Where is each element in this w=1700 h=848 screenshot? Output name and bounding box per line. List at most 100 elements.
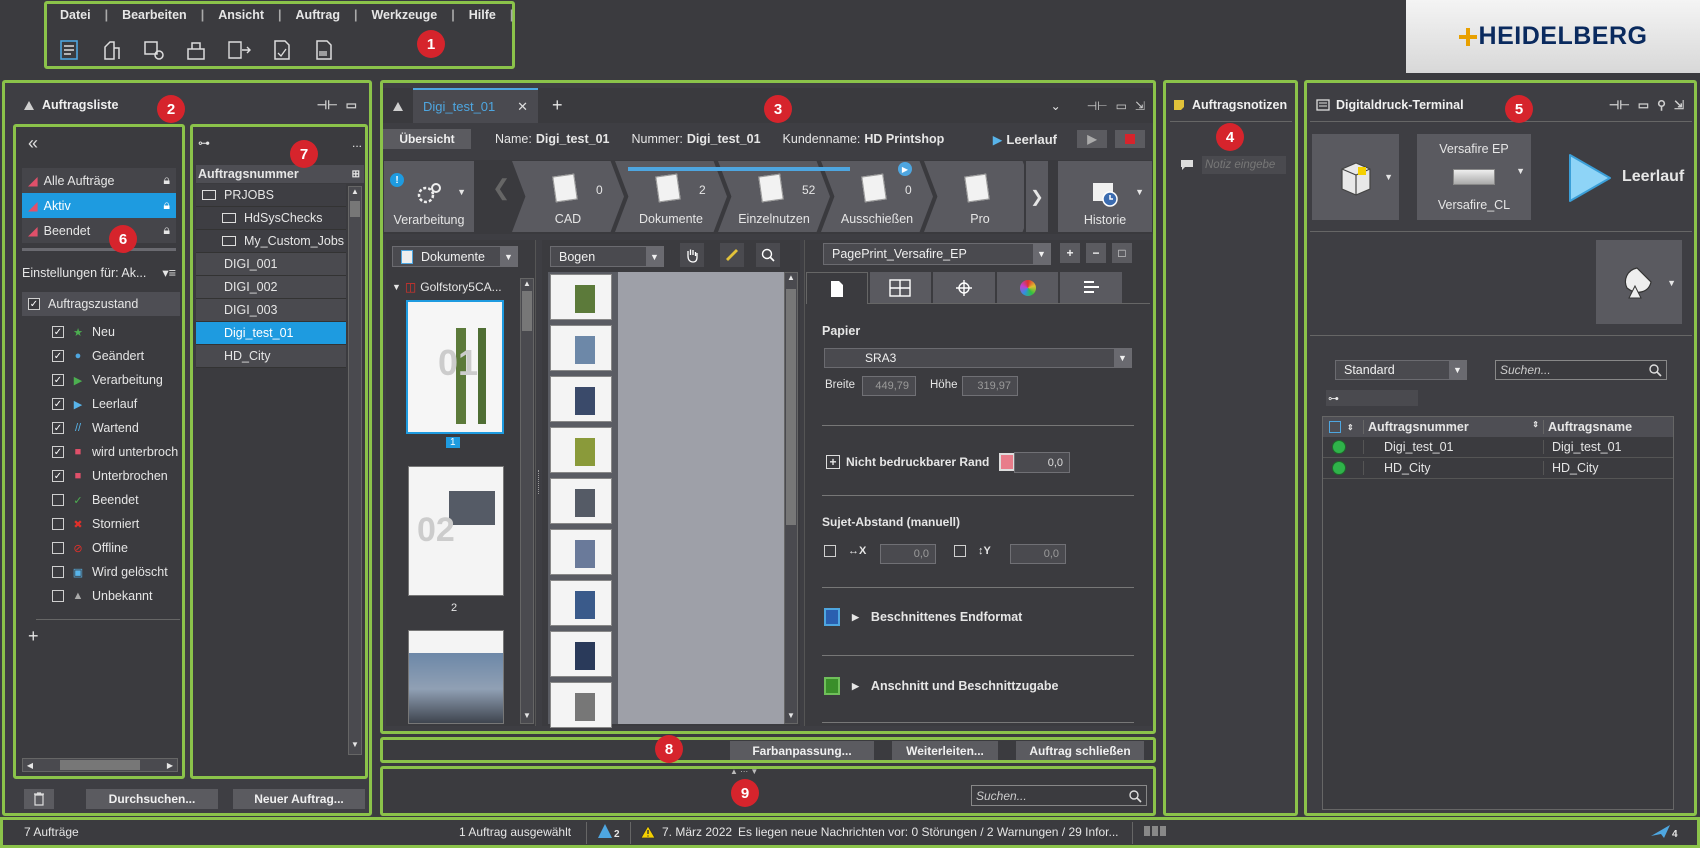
state-row[interactable]: ▲ Unbekannt (22, 584, 182, 608)
state-checkbox[interactable] (52, 566, 64, 578)
job-tree-item[interactable]: DIGI_003 (196, 299, 346, 322)
split-icon[interactable]: ⊣⊢ (1087, 99, 1108, 113)
window-icon[interactable]: ▭ (1116, 99, 1127, 113)
splitter-handle[interactable] (538, 470, 541, 494)
search-icon[interactable]: ⚲ (1657, 98, 1666, 112)
spacing-y-field[interactable]: 0,0 (1010, 544, 1066, 564)
tab-document[interactable] (806, 272, 868, 304)
bottom-splitter-handle[interactable]: ▲ ⋯ ▼ (730, 767, 758, 776)
spacing-x-field[interactable]: 0,0 (880, 544, 936, 564)
scroll-up-icon[interactable]: ▲ (785, 273, 797, 285)
sheet-scrollbar[interactable]: ▲ ▼ (784, 272, 798, 724)
hand-tool-button[interactable] (680, 243, 704, 267)
transfer-badge[interactable]: 4 (1650, 822, 1678, 840)
filter-all[interactable]: ◢ Alle Aufträge 🔒︎ (22, 168, 176, 193)
overview-button[interactable]: Übersicht (383, 129, 471, 149)
scroll-thumb[interactable] (786, 289, 796, 525)
sheet-thumbnail[interactable] (550, 427, 612, 473)
scroll-down-icon[interactable]: ▼ (349, 740, 361, 754)
close-tab-icon[interactable]: ✕ (517, 99, 528, 115)
scroll-down-icon[interactable]: ▼ (785, 711, 797, 723)
add-button[interactable]: + (1060, 243, 1080, 263)
document-tree-item[interactable]: ▼ ◫ Golfstory5CA... (392, 280, 522, 294)
scroll-up-icon[interactable]: ▲ (349, 187, 361, 201)
chevron-down-icon[interactable]: ⌄ (1051, 99, 1061, 113)
spacing-y-checkbox[interactable] (954, 545, 966, 557)
bleed-section[interactable]: ▶ Anschnitt und Beschnittzugabe (824, 677, 1058, 695)
column-menu-icon[interactable]: ⊞ (352, 169, 360, 180)
state-row[interactable]: ✓ ● Geändert (22, 344, 182, 368)
scroll-thumb[interactable] (350, 201, 360, 217)
printer-select-button[interactable]: ▼ (1312, 134, 1399, 220)
horizontal-scrollbar[interactable]: ◀ ▶ (22, 758, 178, 772)
state-checkbox[interactable]: ✓ (52, 374, 64, 386)
machine-icon[interactable] (100, 38, 124, 62)
tab-marks[interactable] (933, 272, 995, 304)
sheet-thumbnail[interactable] (550, 325, 612, 371)
sheet-thumbnail[interactable] (550, 478, 612, 524)
job-tree-item[interactable]: DIGI_002 (196, 276, 346, 299)
tree-icon[interactable]: ⊶ (198, 136, 210, 150)
sheet-thumbnail[interactable] (550, 376, 612, 422)
window-icon[interactable]: ▭ (1638, 98, 1649, 112)
scroll-up-icon[interactable]: ▲ (521, 279, 533, 291)
stage-dropdown-icon[interactable]: ▼ (457, 187, 466, 197)
scroll-down-icon[interactable]: ▼ (521, 711, 533, 723)
state-checkbox[interactable] (52, 518, 64, 530)
settings-row[interactable]: Einstellungen für: Ak... ▾≡ (22, 265, 176, 281)
close-job-button[interactable]: Auftrag schließen (1016, 741, 1144, 760)
stage-history[interactable]: Historie ▼ (1058, 161, 1152, 232)
add-state-button[interactable]: + (28, 626, 39, 647)
job-tree-item[interactable]: PRJOBS (196, 184, 346, 207)
job-tree-item[interactable]: Digi_test_01 (196, 322, 346, 345)
paper-select[interactable]: SRA3 ▼ (824, 348, 1132, 368)
remove-button[interactable]: − (1086, 243, 1106, 263)
export-icon[interactable]: ⇲ (1674, 98, 1684, 112)
number-column-header[interactable]: Auftragsnummer ⇕ (1363, 420, 1543, 434)
filter-finished[interactable]: ◢ Beendet 🔒︎ (22, 218, 176, 243)
menu-auftrag[interactable]: Auftrag (296, 8, 340, 22)
stage-cad[interactable]: 0 CAD (512, 161, 624, 232)
tab-layout[interactable] (869, 272, 932, 304)
menu-werkzeuge[interactable]: Werkzeuge (371, 8, 437, 22)
state-row[interactable]: ✓ ■ Unterbrochen (22, 464, 182, 488)
stop-button[interactable] (1115, 130, 1145, 148)
scroll-thumb[interactable] (60, 760, 140, 770)
trim-section[interactable]: ▶ Beschnittenes Endformat (824, 608, 1022, 626)
sheet-thumbnail[interactable] (550, 529, 612, 575)
new-job-button[interactable]: Neuer Auftrag... (233, 789, 365, 809)
ruler-tool-button[interactable] (720, 243, 744, 267)
expand-plus-icon[interactable]: + (826, 455, 840, 469)
terminal-filter-select[interactable]: Standard ▼ (1335, 360, 1467, 380)
stages-scroll-right[interactable]: ❯ (1026, 161, 1048, 232)
state-row[interactable]: ✖ Storniert (22, 512, 182, 536)
job-list-icon[interactable] (58, 38, 82, 62)
split-icon[interactable]: ⊣⊢ (1609, 98, 1630, 112)
add-tab-button[interactable]: + (552, 95, 563, 116)
menu-ansicht[interactable]: Ansicht (218, 8, 264, 22)
table-row[interactable]: HD_City HD_City (1323, 458, 1673, 479)
sheet-thumbnail[interactable] (550, 682, 612, 728)
satellite-select-button[interactable]: ▼ (1596, 240, 1682, 324)
state-checkbox[interactable]: ✓ (52, 446, 64, 458)
stages-scroll-left[interactable]: ❮ (492, 175, 510, 201)
state-row[interactable]: ✓ ■ wird unterbroch (22, 440, 182, 464)
state-row[interactable]: ✓ // Wartend (22, 416, 182, 440)
job-tree-item[interactable]: My_Custom_Jobs (196, 230, 346, 253)
tab-digi-test-01[interactable]: Digi_test_01 ✕ (413, 88, 538, 123)
name-column-header[interactable]: Auftragsname (1543, 420, 1632, 434)
state-row[interactable]: ✓ Beendet (22, 488, 182, 512)
page-thumbnail-2[interactable]: 02 (408, 466, 504, 596)
collapse-button[interactable]: « (28, 133, 38, 154)
stage-single-pages[interactable]: 52 Einzelnutzen (718, 161, 830, 232)
device-select[interactable]: PagePrint_Versafire_EP ▼ (823, 243, 1051, 265)
width-field[interactable]: 449,79 (862, 376, 916, 396)
stage-imposition[interactable]: 0 Ausschießen (821, 161, 933, 232)
state-row[interactable]: ✓ ▶ Leerlauf (22, 392, 182, 416)
job-tree-item[interactable]: HD_City (196, 345, 346, 368)
sheet-select[interactable]: Bogen ▼ (550, 246, 664, 267)
export-icon[interactable]: ⇲ (1135, 99, 1145, 113)
scroll-thumb[interactable] (522, 291, 532, 331)
messages-area[interactable]: 7. März 2022 Es liegen neue Nachrichten … (640, 825, 1119, 839)
menu-datei[interactable]: Datei (60, 8, 91, 22)
